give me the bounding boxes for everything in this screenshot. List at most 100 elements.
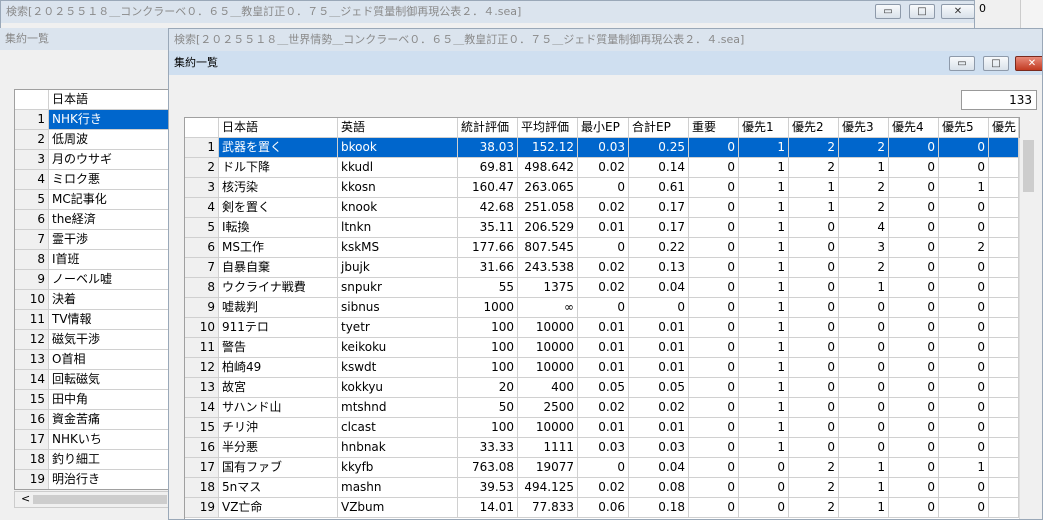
table-cell[interactable]: 69.81 [458,158,518,178]
item-text[interactable]: 霊干渉 [49,230,170,250]
table-cell[interactable]: 0 [889,398,939,418]
table-cell[interactable]: snpukr [338,278,458,298]
table-cell[interactable]: 50 [458,398,518,418]
table-cell[interactable]: 0 [889,298,939,318]
table-cell[interactable]: 1 [839,498,889,518]
table-cell[interactable]: 0.61 [629,178,689,198]
close-icon[interactable]: ✕ [1015,56,1042,71]
table-cell[interactable]: 0 [839,438,889,458]
table-cell[interactable]: 0.01 [629,418,689,438]
table-cell[interactable]: 0.01 [629,338,689,358]
table-cell[interactable]: 0 [578,238,629,258]
table-cell[interactable]: 0 [629,298,689,318]
table-row[interactable]: 2 ドル下降 kkudl 69.81 498.642 0.02 0.14 0 1 2 1 0 0 [185,158,1019,178]
table-cell[interactable]: 0 [939,198,989,218]
table-cell[interactable]: 0.02 [578,198,629,218]
table-cell[interactable]: 1 [939,458,989,478]
table-cell[interactable]: 807.545 [518,238,578,258]
table-cell[interactable]: 1 [739,318,789,338]
table-cell[interactable]: 0 [578,298,629,318]
table-cell[interactable]: 1 [739,398,789,418]
table-cell[interactable]: 0 [889,178,939,198]
list-item[interactable]: 13 O首相 [15,350,170,370]
table-cell[interactable]: 0 [789,398,839,418]
table-cell[interactable]: 0 [689,438,739,458]
item-text[interactable]: TV情報 [49,310,170,330]
table-cell[interactable]: 177.66 [458,238,518,258]
table-cell[interactable]: 0 [689,298,739,318]
item-text[interactable]: 月のウサギ [49,150,170,170]
column-header[interactable]: 日本語 [49,90,170,110]
table-cell[interactable]: 0 [689,318,739,338]
table-cell[interactable]: 0 [689,198,739,218]
table-row[interactable]: 12 柏崎49 kswdt 100 10000 0.01 0.01 0 1 0 0 0 0 [185,358,1019,378]
table-cell[interactable]: tyetr [338,318,458,338]
table-cell[interactable]: 警告 [219,338,338,358]
table-cell[interactable]: 19077 [518,458,578,478]
maximize-icon[interactable]: □ [983,56,1009,71]
table-cell[interactable]: 0 [789,278,839,298]
table-cell[interactable]: 故宮 [219,378,338,398]
table-cell[interactable]: 251.058 [518,198,578,218]
table-cell[interactable]: 0 [578,458,629,478]
table-cell[interactable]: 0 [689,138,739,158]
item-text[interactable]: 低周波 [49,130,170,150]
table-cell[interactable]: 0.14 [629,158,689,178]
table-cell[interactable]: 1 [939,178,989,198]
table-cell[interactable]: 0 [939,278,989,298]
table-cell[interactable] [989,358,1019,378]
table-cell[interactable]: 0 [689,358,739,378]
column-header[interactable]: 優先 [989,118,1019,138]
table-cell[interactable]: 10000 [518,358,578,378]
table-cell[interactable]: 0 [789,238,839,258]
table-cell[interactable]: 0 [739,498,789,518]
table-cell[interactable]: 0.01 [629,358,689,378]
table-cell[interactable]: 0.02 [578,258,629,278]
table-cell[interactable]: 0 [939,418,989,438]
table-cell[interactable]: 0.05 [578,378,629,398]
table-row[interactable]: 9 嘘裁判 sibnus 1000 ∞ 0 0 0 1 0 0 0 0 [185,298,1019,318]
table-cell[interactable]: 0 [939,298,989,318]
table-cell[interactable]: 0 [789,438,839,458]
list-item[interactable]: 4 ミロク悪 [15,170,170,190]
table-cell[interactable]: 494.125 [518,478,578,498]
table-cell[interactable]: 0 [939,158,989,178]
table-cell[interactable]: 0 [789,378,839,398]
item-text[interactable]: 決着 [49,290,170,310]
list-item[interactable]: 18 釣り細工 [15,450,170,470]
item-text[interactable]: 磁気干渉 [49,330,170,350]
vscroll-thumb[interactable] [1023,140,1034,192]
table-cell[interactable]: keikoku [338,338,458,358]
column-header[interactable]: 優先1 [739,118,789,138]
table-cell[interactable]: 77.833 [518,498,578,518]
table-cell[interactable]: 嘘裁判 [219,298,338,318]
item-text[interactable]: 釣り細工 [49,450,170,470]
table-cell[interactable]: 10000 [518,338,578,358]
table-cell[interactable]: 2 [789,458,839,478]
table-cell[interactable]: 0 [689,278,739,298]
column-header[interactable]: 統計評価 [458,118,518,138]
table-cell[interactable]: 0.01 [578,358,629,378]
list-item[interactable]: 14 回転磁気 [15,370,170,390]
table-cell[interactable]: kkudl [338,158,458,178]
table-cell[interactable]: kskMS [338,238,458,258]
table-cell[interactable]: VZ亡命 [219,498,338,518]
table-cell[interactable]: 0 [789,318,839,338]
table-cell[interactable]: 206.529 [518,218,578,238]
table-cell[interactable]: 1 [739,278,789,298]
table-cell[interactable]: 0 [839,338,889,358]
table-cell[interactable]: 39.53 [458,478,518,498]
table-cell[interactable]: 3 [839,238,889,258]
table-cell[interactable]: 911テロ [219,318,338,338]
table-cell[interactable]: 0 [689,158,739,178]
scroll-thumb[interactable] [33,495,167,504]
minimize-icon[interactable]: ▭ [875,4,901,19]
table-cell[interactable]: 0 [889,418,939,438]
table-cell[interactable]: 0.01 [629,318,689,338]
list-item[interactable]: 12 磁気干渉 [15,330,170,350]
table-cell[interactable] [989,138,1019,158]
table-cell[interactable]: 核汚染 [219,178,338,198]
table-row[interactable]: 17 国有ファブ kkyfb 763.08 19077 0 0.04 0 0 2 1 0 1 [185,458,1019,478]
table-cell[interactable] [989,498,1019,518]
table-row[interactable]: 18 5nマス mashn 39.53 494.125 0.02 0.08 0 0 2 1 0 0 [185,478,1019,498]
